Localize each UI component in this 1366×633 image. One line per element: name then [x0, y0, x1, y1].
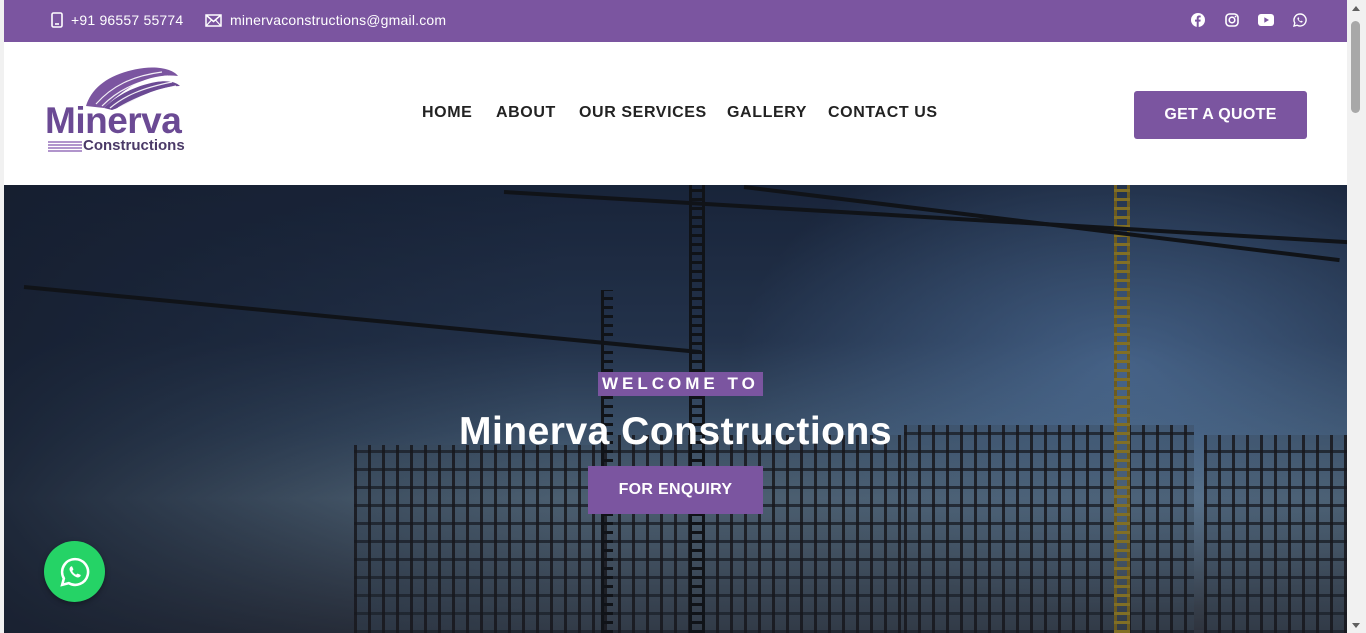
nav-contact-us[interactable]: CONTACT US [828, 104, 938, 122]
nav-our-services[interactable]: OUR SERVICES [579, 104, 707, 122]
whatsapp-icon[interactable] [1291, 11, 1309, 29]
phone-contact[interactable]: +91 96557 55774 [51, 12, 183, 28]
hero-overlay [4, 185, 1347, 633]
hero-banner: WELCOME TO Minerva Constructions FOR ENQ… [4, 185, 1347, 633]
instagram-icon[interactable] [1223, 11, 1241, 29]
hero-title: Minerva Constructions [458, 410, 893, 453]
logo-stripes [48, 141, 82, 153]
page: +91 96557 55774 minervaconstructions@gma… [4, 0, 1347, 633]
email-address: minervaconstructions@gmail.com [230, 12, 447, 28]
page-scrollbar[interactable] [1347, 0, 1366, 633]
nav-about[interactable]: ABOUT [496, 104, 556, 122]
welcome-label: WELCOME TO [598, 372, 763, 396]
logo[interactable]: Minerva Constructions [44, 66, 194, 158]
mail-icon [205, 13, 222, 27]
whatsapp-float-button[interactable] [44, 541, 105, 602]
scroll-up-icon[interactable] [1352, 6, 1360, 11]
top-bar: +91 96557 55774 minervaconstructions@gma… [4, 0, 1347, 42]
phone-icon [51, 12, 63, 28]
site-header: Minerva Constructions HOME ABOUT OUR SER… [4, 42, 1347, 185]
for-enquiry-button[interactable]: FOR ENQUIRY [588, 466, 763, 514]
logo-text-primary: Minerva [45, 100, 182, 141]
whatsapp-icon [59, 557, 89, 587]
get-a-quote-button[interactable]: GET A QUOTE [1134, 91, 1307, 139]
phone-number: +91 96557 55774 [71, 12, 184, 28]
scrollbar-thumb[interactable] [1351, 21, 1360, 113]
youtube-icon[interactable] [1257, 11, 1275, 29]
email-contact[interactable]: minervaconstructions@gmail.com [205, 12, 446, 28]
facebook-icon[interactable] [1189, 11, 1207, 29]
logo-text-secondary: Constructions [83, 137, 185, 154]
nav-gallery[interactable]: GALLERY [727, 104, 807, 122]
scroll-down-icon[interactable] [1352, 623, 1360, 628]
nav-home[interactable]: HOME [422, 104, 472, 122]
